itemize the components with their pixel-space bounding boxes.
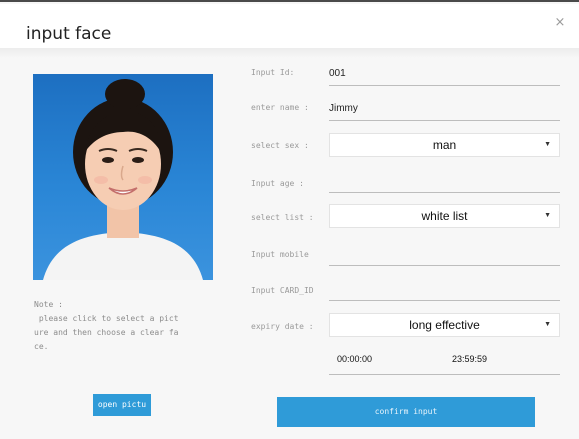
chevron-down-icon: ▼ [544,212,551,219]
dialog-title: input face [26,24,112,44]
expiry-select[interactable]: long effective ▼ [329,313,560,337]
name-field[interactable]: Jimmy [329,99,560,121]
note-body: please click to select a pict ure and th… [34,314,179,351]
list-select[interactable]: white list ▼ [329,204,560,228]
list-select-value: white list [421,209,468,223]
mobile-label: Input mobile [251,250,309,259]
mobile-field[interactable] [329,244,560,266]
sex-select[interactable]: man ▼ [329,133,560,157]
titlebar-divider [0,48,579,58]
expiry-label: expiry date : [251,322,314,331]
chevron-down-icon: ▼ [544,321,551,328]
time-field-underline [329,374,560,375]
sex-label: select sex : [251,141,309,150]
portrait-photo-icon [43,79,203,280]
expiry-select-value: long effective [409,318,480,332]
dialog-titlebar: input face × [0,4,579,48]
note-label: Note : [34,300,63,309]
sex-select-value: man [432,138,457,152]
close-icon[interactable]: × [553,16,567,30]
start-time-field[interactable]: 00:00:00 [337,354,372,364]
card-id-field[interactable] [329,279,560,301]
age-label: Input age : [251,179,304,188]
input-face-dialog: input face × Note: please click to sele… [0,0,579,439]
list-label: select list : [251,213,314,222]
confirm-input-button[interactable]: confirm input [277,397,535,427]
chevron-down-icon: ▼ [544,141,551,148]
end-time-field[interactable]: 23:59:59 [452,354,487,364]
name-label: enter name : [251,103,309,112]
card-id-label: Input CARD_ID [251,286,314,295]
open-picture-button[interactable]: open pictu [93,394,151,416]
face-photo [33,74,213,280]
input-id-label: Input Id: [251,68,295,77]
input-id-field[interactable]: 001 [329,64,560,86]
note-text: Note : please click to select a pict ure… [34,298,224,354]
age-field[interactable] [329,171,560,193]
